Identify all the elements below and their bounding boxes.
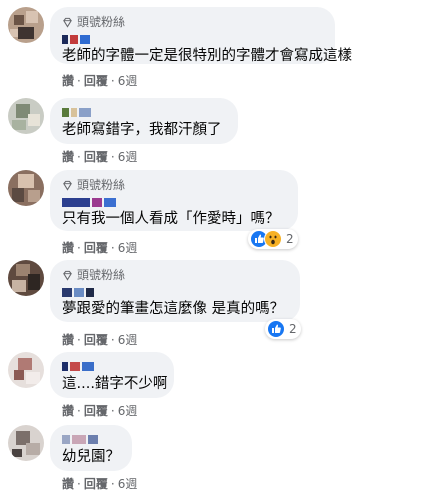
comment-actions: 讚 · 回覆 · 6週 xyxy=(62,477,138,491)
avatar[interactable] xyxy=(8,425,44,461)
reply-link[interactable]: 回覆 xyxy=(84,333,108,347)
commenter-name[interactable] xyxy=(62,285,288,299)
avatar[interactable] xyxy=(8,260,44,296)
fan-badge[interactable]: 頭號粉絲 xyxy=(62,267,288,283)
timestamp[interactable]: 6週 xyxy=(118,404,138,418)
comment-bubble: 頭號粉絲 夢跟愛的筆畫怎這麼像 是真的嗎？ xyxy=(50,260,300,322)
comment-actions: 讚 · 回覆 · 6週 xyxy=(62,241,138,255)
comment-bubble: 頭號粉絲 只有我一個人看成「作愛時」嗎？ xyxy=(50,170,298,231)
timestamp[interactable]: 6週 xyxy=(118,74,138,88)
avatar[interactable] xyxy=(8,98,44,134)
diamond-icon xyxy=(63,180,72,191)
fan-badge[interactable]: 頭號粉絲 xyxy=(62,177,286,193)
reply-link[interactable]: 回覆 xyxy=(84,477,108,491)
comment-actions: 讚 · 回覆 · 6週 xyxy=(62,74,138,88)
reaction-count: 2 xyxy=(286,232,294,246)
diamond-icon xyxy=(63,270,72,281)
commenter-name[interactable] xyxy=(62,105,226,119)
comment-text: 老師寫錯字，我都汗顏了 xyxy=(62,122,222,138)
comment-text: 幼兒園？ xyxy=(62,449,120,465)
fan-badge[interactable]: 頭號粉絲 xyxy=(62,14,323,30)
timestamp[interactable]: 6週 xyxy=(118,333,138,347)
avatar[interactable] xyxy=(8,170,44,206)
timestamp[interactable]: 6週 xyxy=(118,477,138,491)
reaction-summary[interactable]: 2 xyxy=(265,319,301,339)
like-link[interactable]: 讚 xyxy=(62,241,74,255)
fan-badge-label: 頭號粉絲 xyxy=(77,15,126,29)
comment-bubble: 頭號粉絲 老師的字體一定是很特別的字體才會寫成這樣 xyxy=(50,7,352,64)
like-link[interactable]: 讚 xyxy=(62,150,74,164)
comment-text: 這....錯字不少啊 xyxy=(62,376,168,392)
timestamp[interactable]: 6週 xyxy=(118,241,138,255)
comment-text: 夢跟愛的筆畫怎這麼像 是真的嗎？ xyxy=(62,301,285,317)
comment-actions: 讚 · 回覆 · 6週 xyxy=(62,404,138,418)
timestamp[interactable]: 6週 xyxy=(118,150,138,164)
like-link[interactable]: 讚 xyxy=(62,333,74,347)
avatar[interactable] xyxy=(8,352,44,388)
diamond-icon xyxy=(63,17,72,28)
comment-bubble: 老師寫錯字，我都汗顏了 xyxy=(50,98,238,144)
comment-bubble: 這....錯字不少啊 xyxy=(50,352,174,398)
reaction-summary[interactable]: 2 xyxy=(248,229,298,249)
comment-text: 老師的字體一定是很特別的字體才會寫成這樣 xyxy=(62,48,352,64)
wow-face-icon xyxy=(264,230,282,248)
commenter-name[interactable] xyxy=(62,195,286,209)
commenter-name[interactable] xyxy=(62,432,120,446)
comment-bubble: 幼兒園？ xyxy=(50,425,132,471)
fan-badge-label: 頭號粉絲 xyxy=(77,178,126,192)
commenter-name[interactable] xyxy=(62,32,323,46)
comment-actions: 讚 · 回覆 · 6週 xyxy=(62,333,138,347)
like-link[interactable]: 讚 xyxy=(62,404,74,418)
reaction-count: 2 xyxy=(289,322,297,336)
reply-link[interactable]: 回覆 xyxy=(84,241,108,255)
reply-link[interactable]: 回覆 xyxy=(84,404,108,418)
like-link[interactable]: 讚 xyxy=(62,477,74,491)
fan-badge-label: 頭號粉絲 xyxy=(77,268,126,282)
commenter-name[interactable] xyxy=(62,359,162,373)
comment-actions: 讚 · 回覆 · 6週 xyxy=(62,150,138,164)
avatar[interactable] xyxy=(8,7,44,43)
like-link[interactable]: 讚 xyxy=(62,74,74,88)
comment-text: 只有我一個人看成「作愛時」嗎？ xyxy=(62,211,280,227)
reply-link[interactable]: 回覆 xyxy=(84,74,108,88)
thumbs-up-icon xyxy=(267,320,285,338)
reply-link[interactable]: 回覆 xyxy=(84,150,108,164)
